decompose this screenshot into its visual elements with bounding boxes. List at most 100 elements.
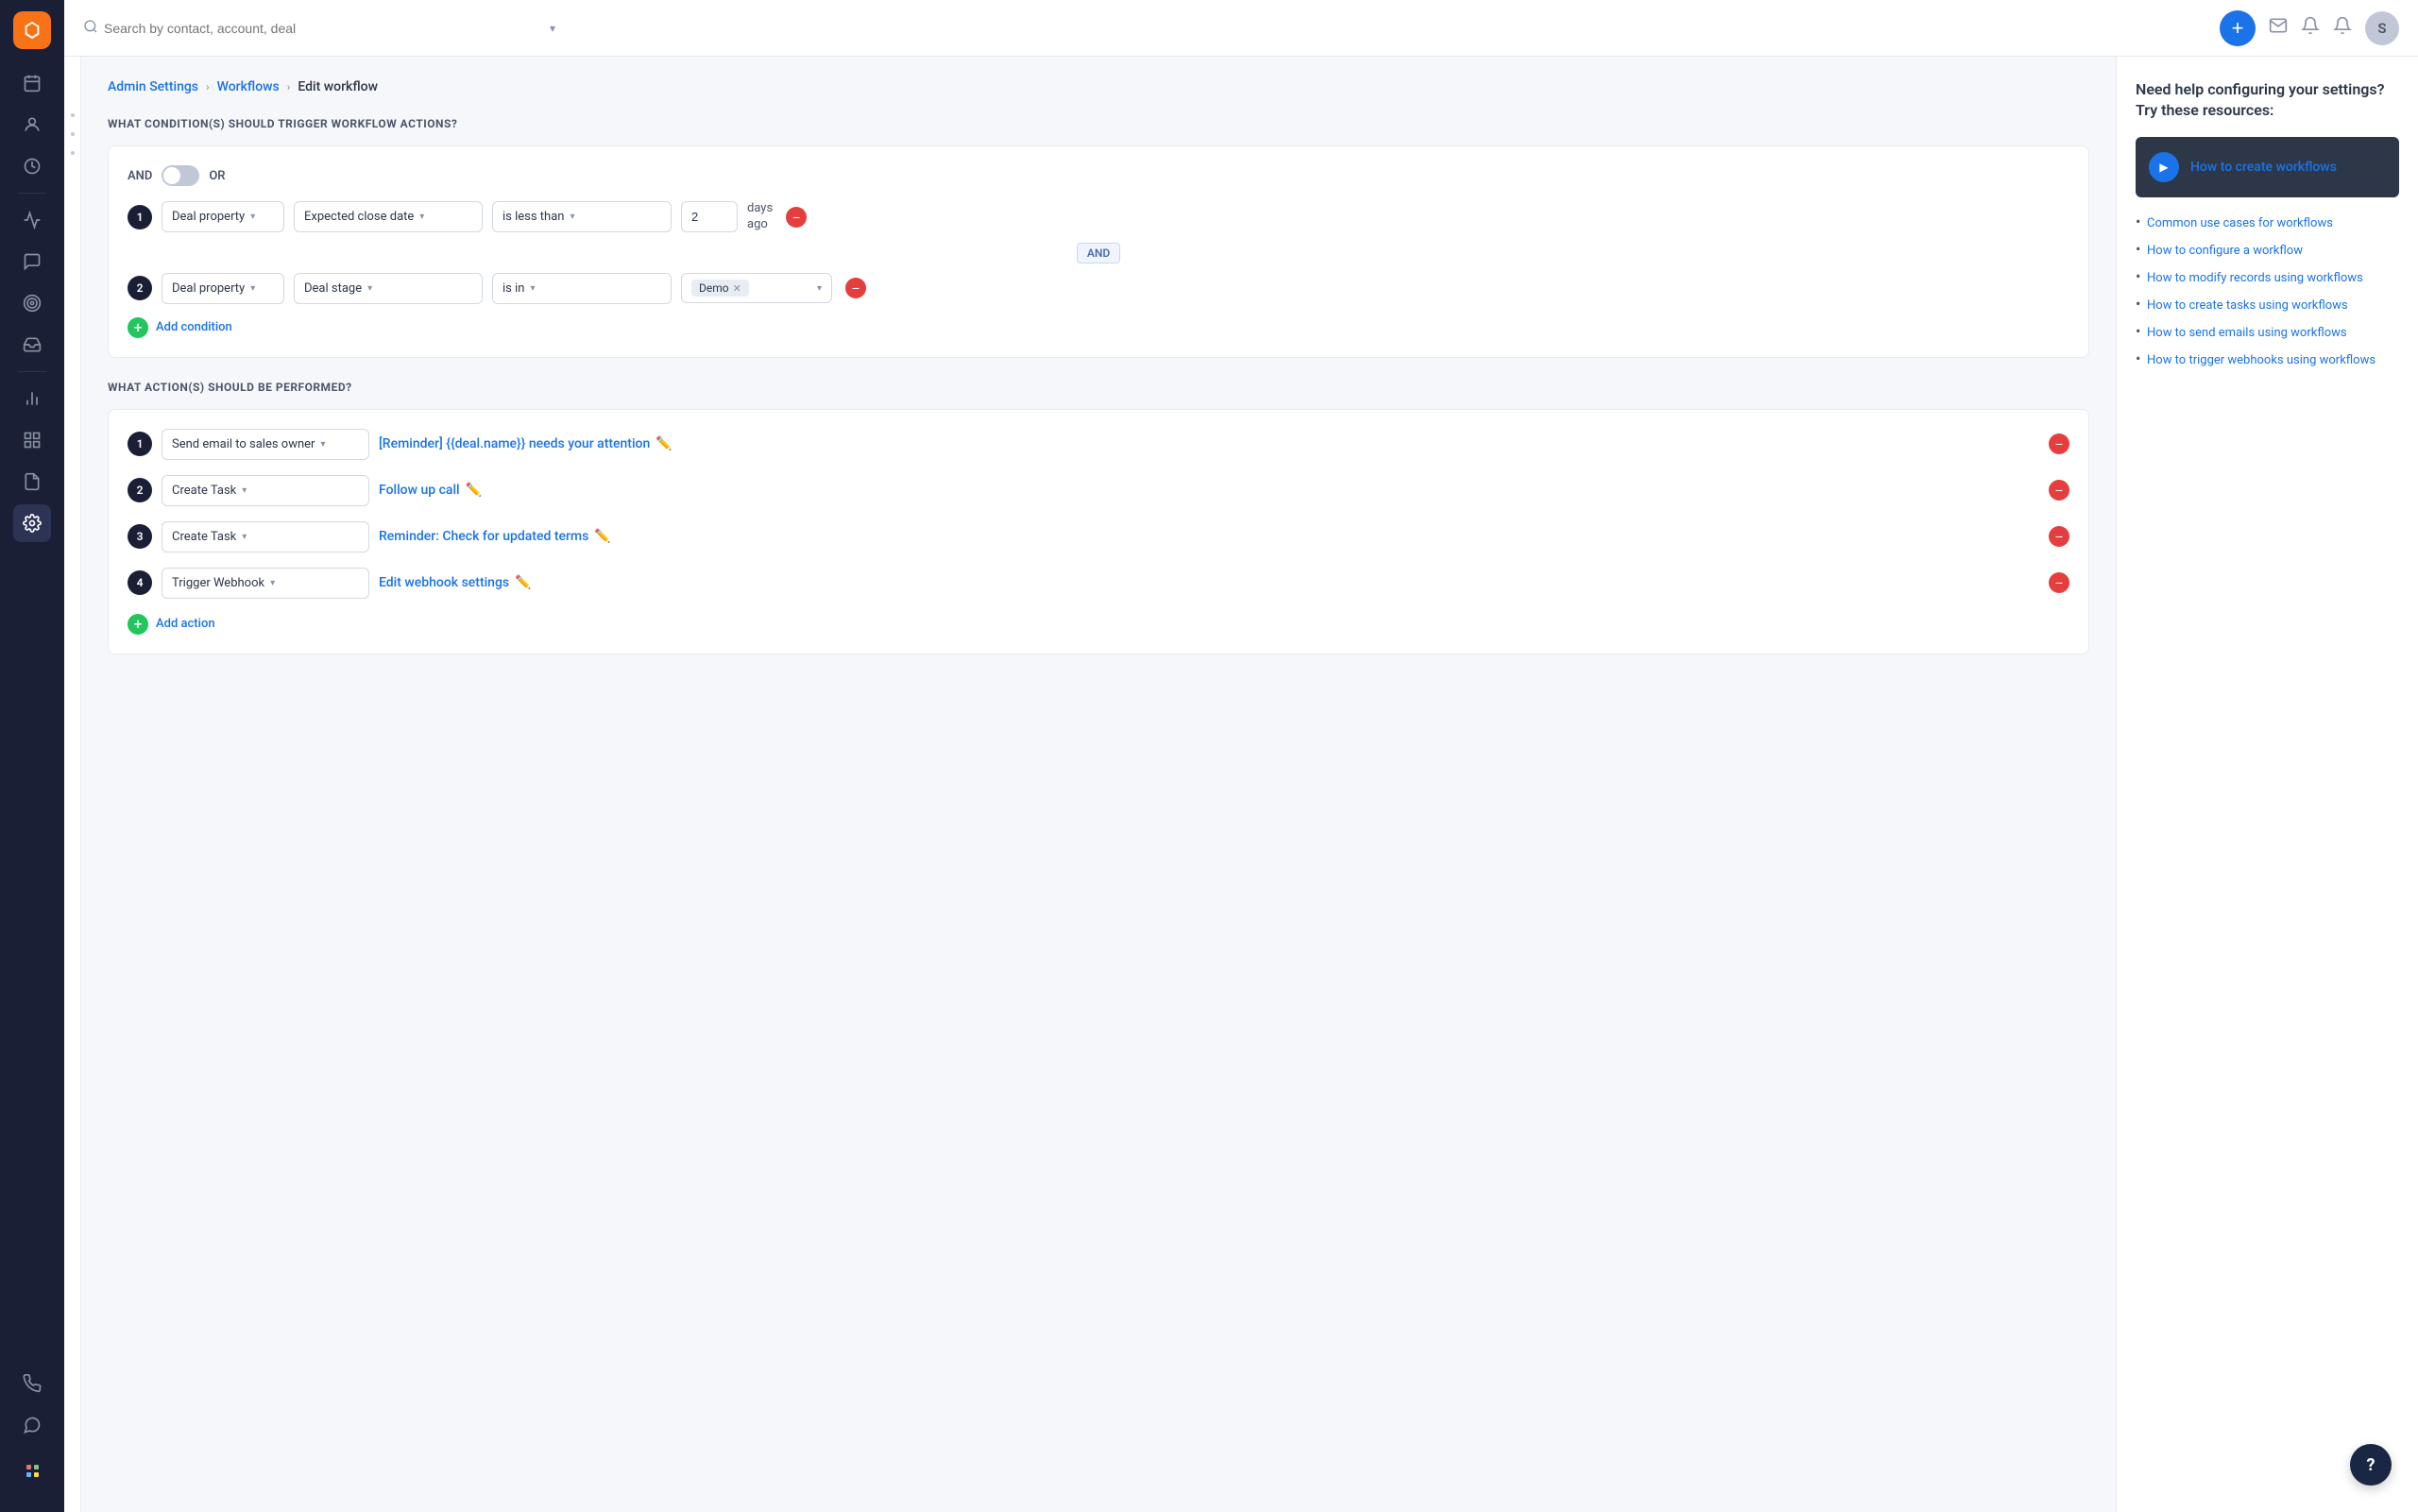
sidebar-item-chat[interactable] bbox=[13, 243, 51, 280]
help-links: Common use cases for workflows How to co… bbox=[2136, 212, 2399, 367]
sidebar-item-analytics[interactable] bbox=[13, 201, 51, 239]
help-link-4[interactable]: How to create tasks using workflows bbox=[2147, 298, 2348, 313]
condition-2-property-type[interactable]: Deal property ▾ bbox=[162, 273, 284, 304]
action-2-type[interactable]: Create Task ▾ bbox=[162, 475, 369, 506]
sidebar-logo[interactable] bbox=[13, 11, 51, 49]
topnav-right: + S bbox=[2220, 10, 2399, 46]
action-4-link[interactable]: Edit webhook settings ✏️ bbox=[379, 575, 2035, 590]
condition-2-tag-demo: Demo ✕ bbox=[691, 280, 749, 297]
breadcrumb-workflows[interactable]: Workflows bbox=[217, 79, 280, 94]
sidebar bbox=[0, 0, 64, 1512]
condition-row-2: 2 Deal property ▾ Deal stage ▾ is in ▾ bbox=[128, 273, 2069, 304]
help-link-item-5: How to send emails using workflows bbox=[2136, 322, 2399, 340]
sidebar-item-settings[interactable] bbox=[13, 504, 51, 542]
sidebar-item-integrations[interactable] bbox=[13, 421, 51, 459]
help-link-3[interactable]: How to modify records using workflows bbox=[2147, 271, 2363, 285]
help-link-item-4: How to create tasks using workflows bbox=[2136, 295, 2399, 313]
add-condition-row[interactable]: + Add condition bbox=[128, 317, 2069, 338]
toggle-knob bbox=[163, 167, 180, 184]
action-1-link[interactable]: [Reminder] {{deal.name}} needs your atte… bbox=[379, 436, 2035, 451]
help-link-5[interactable]: How to send emails using workflows bbox=[2147, 326, 2347, 340]
play-button[interactable]: ▶ bbox=[2149, 152, 2179, 182]
bell-icon[interactable] bbox=[2333, 16, 2352, 40]
breadcrumb-admin-settings[interactable]: Admin Settings bbox=[108, 79, 198, 94]
condition-1-operator[interactable]: is less than ▾ bbox=[492, 201, 672, 232]
sidebar-item-phone[interactable] bbox=[13, 1365, 51, 1402]
chevron-icon: ▾ bbox=[242, 532, 247, 542]
action-4-type[interactable]: Trigger Webhook ▾ bbox=[162, 568, 369, 599]
action-3-remove-button[interactable]: − bbox=[2049, 526, 2069, 547]
chevron-icon: ▾ bbox=[250, 283, 255, 294]
sidebar-item-contacts[interactable] bbox=[13, 106, 51, 144]
add-button[interactable]: + bbox=[2220, 10, 2256, 46]
sec-dot-1 bbox=[71, 113, 75, 117]
add-condition-icon: + bbox=[128, 317, 148, 338]
avatar[interactable]: S bbox=[2365, 11, 2399, 45]
condition-2-property-name[interactable]: Deal stage ▾ bbox=[294, 273, 483, 304]
action-3-content: Reminder: Check for updated terms ✏️ bbox=[379, 529, 2035, 544]
action-number-2: 2 bbox=[128, 478, 152, 502]
action-3-link[interactable]: Reminder: Check for updated terms ✏️ bbox=[379, 529, 2035, 544]
tag-remove-icon[interactable]: ✕ bbox=[733, 282, 741, 295]
topnav: ▾ + S bbox=[64, 0, 2418, 57]
action-4-remove-button[interactable]: − bbox=[2049, 572, 2069, 593]
video-label: How to create workflows bbox=[2190, 160, 2337, 175]
sidebar-item-apps[interactable] bbox=[13, 1452, 51, 1489]
add-action-icon: + bbox=[128, 614, 148, 635]
action-4-edit-icon[interactable]: ✏️ bbox=[515, 575, 531, 590]
action-1-remove-button[interactable]: − bbox=[2049, 433, 2069, 454]
main-wrapper: ▾ + S bbox=[64, 0, 2418, 1512]
search-chevron-icon[interactable]: ▾ bbox=[550, 22, 555, 35]
add-action-row[interactable]: + Add action bbox=[128, 614, 2069, 635]
condition-1-property-name[interactable]: Expected close date ▾ bbox=[294, 201, 483, 232]
condition-1-remove-button[interactable]: − bbox=[786, 207, 807, 228]
search-area: ▾ bbox=[83, 19, 555, 38]
secondary-sidebar bbox=[64, 57, 81, 1512]
sec-dot-2 bbox=[71, 132, 75, 136]
action-3-type[interactable]: Create Task ▾ bbox=[162, 521, 369, 552]
and-or-row: AND OR bbox=[128, 165, 2069, 186]
help-float-button[interactable]: ? bbox=[2350, 1444, 2392, 1486]
sidebar-item-deals[interactable] bbox=[13, 147, 51, 185]
condition-1-property-type[interactable]: Deal property ▾ bbox=[162, 201, 284, 232]
chevron-icon: ▾ bbox=[419, 212, 424, 222]
sidebar-item-calendar[interactable] bbox=[13, 64, 51, 102]
help-link-6[interactable]: How to trigger webhooks using workflows bbox=[2147, 353, 2375, 367]
help-link-1[interactable]: Common use cases for workflows bbox=[2147, 216, 2333, 230]
page-content: Admin Settings › Workflows › Edit workfl… bbox=[81, 57, 2418, 1512]
sidebar-item-messages[interactable] bbox=[13, 1406, 51, 1444]
action-2-remove-button[interactable]: − bbox=[2049, 480, 2069, 501]
email-icon[interactable] bbox=[2269, 16, 2288, 40]
action-row-2: 2 Create Task ▾ Follow up call ✏️ − bbox=[128, 475, 2069, 506]
help-link-2[interactable]: How to configure a workflow bbox=[2147, 244, 2303, 258]
sidebar-divider-2 bbox=[18, 371, 46, 372]
action-1-edit-icon[interactable]: ✏️ bbox=[656, 436, 672, 451]
condition-1-value[interactable] bbox=[681, 201, 738, 232]
notification-icon[interactable] bbox=[2301, 16, 2320, 40]
sidebar-item-notes[interactable] bbox=[13, 463, 51, 501]
sidebar-item-inbox[interactable] bbox=[13, 326, 51, 364]
help-link-item-6: How to trigger webhooks using workflows bbox=[2136, 349, 2399, 367]
action-row-4: 4 Trigger Webhook ▾ Edit webhook setting… bbox=[128, 568, 2069, 599]
and-or-toggle[interactable] bbox=[162, 165, 199, 186]
help-link-item-1: Common use cases for workflows bbox=[2136, 212, 2399, 230]
action-1-type[interactable]: Send email to sales owner ▾ bbox=[162, 429, 369, 460]
action-2-content: Follow up call ✏️ bbox=[379, 483, 2035, 498]
chevron-icon: ▾ bbox=[320, 439, 325, 450]
action-2-link[interactable]: Follow up call ✏️ bbox=[379, 483, 2035, 498]
actions-section-title: WHAT ACTION(S) SHOULD BE PERFORMED? bbox=[108, 381, 2089, 394]
sidebar-item-goals[interactable] bbox=[13, 284, 51, 322]
condition-2-operator[interactable]: is in ▾ bbox=[492, 273, 672, 304]
video-thumb[interactable]: ▶ How to create workflows bbox=[2136, 137, 2399, 197]
search-input[interactable] bbox=[104, 21, 544, 36]
condition-2-remove-button[interactable]: − bbox=[845, 278, 866, 298]
action-3-edit-icon[interactable]: ✏️ bbox=[594, 529, 610, 544]
breadcrumb-sep-1: › bbox=[206, 80, 210, 93]
actions-box: 1 Send email to sales owner ▾ [Reminder]… bbox=[108, 409, 2089, 654]
action-2-edit-icon[interactable]: ✏️ bbox=[466, 483, 482, 498]
condition-2-tag-box[interactable]: Demo ✕ ▾ bbox=[681, 273, 832, 303]
breadcrumb-edit-workflow: Edit workflow bbox=[298, 79, 378, 94]
condition-number-2: 2 bbox=[128, 276, 152, 300]
sidebar-item-reports[interactable] bbox=[13, 380, 51, 417]
condition-1-suffix: daysago bbox=[747, 201, 773, 233]
